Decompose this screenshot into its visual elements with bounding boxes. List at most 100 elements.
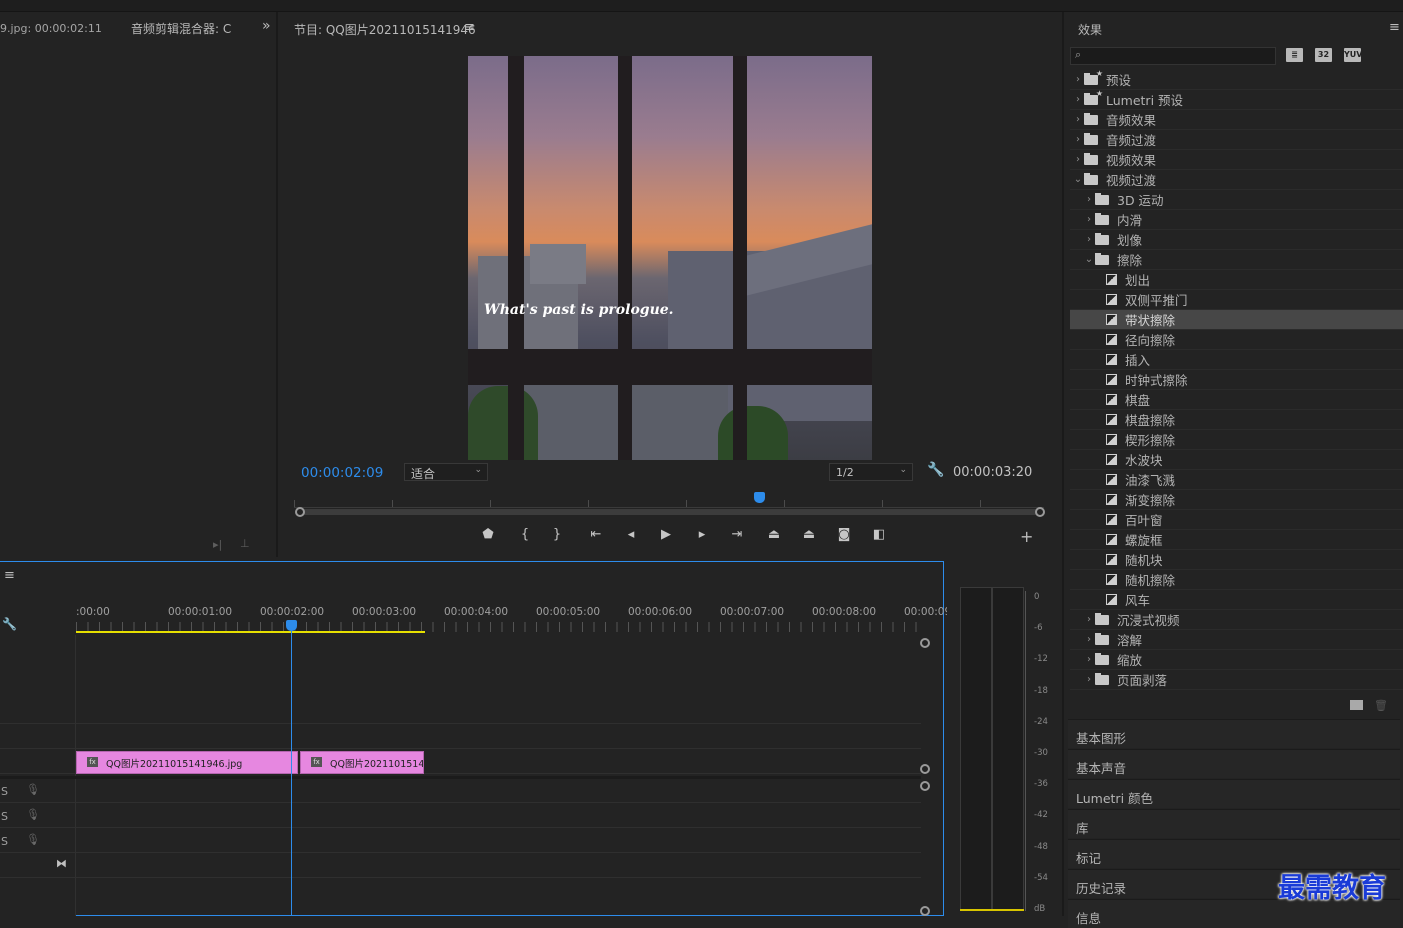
extract-button[interactable]: ⏏: [799, 527, 819, 542]
zoom-handle[interactable]: [920, 906, 930, 916]
hamburger-icon[interactable]: ≡: [4, 568, 15, 583]
side-section-0[interactable]: 基本图形: [1068, 719, 1400, 748]
chevron-right-icon[interactable]: ›: [1083, 234, 1095, 245]
chevron-down-icon[interactable]: ⌄: [1083, 254, 1095, 265]
chevron-right-icon[interactable]: ›: [1083, 214, 1095, 225]
32bit-icon[interactable]: 32: [1315, 48, 1332, 62]
chevron-right-icon[interactable]: ›: [1083, 674, 1095, 685]
chevron-right-icon[interactable]: ›: [1072, 94, 1084, 105]
playhead-marker[interactable]: [753, 492, 765, 503]
effect-folder[interactable]: › ★ 预设: [1070, 69, 1403, 90]
program-title[interactable]: 节目: QQ图片20211015141946: [294, 21, 476, 38]
add-button-icon[interactable]: +: [1020, 527, 1033, 546]
effect-item[interactable]: 风车: [1070, 590, 1403, 610]
side-section-4[interactable]: 标记: [1068, 839, 1400, 868]
effect-folder[interactable]: ⌄ 擦除: [1070, 250, 1403, 270]
side-section-3[interactable]: 库: [1068, 809, 1400, 838]
effect-folder[interactable]: › 缩放: [1070, 650, 1403, 670]
chevron-right-icon[interactable]: ›: [1072, 74, 1084, 85]
fit-select[interactable]: 适合 ⌄: [404, 463, 488, 481]
effect-item[interactable]: 带状擦除: [1070, 310, 1403, 330]
source-tab[interactable]: 9.jpg: 00:00:02:11: [0, 22, 102, 35]
effect-folder[interactable]: › 音频效果: [1070, 110, 1403, 130]
effect-item[interactable]: 径向擦除: [1070, 330, 1403, 350]
microphone-icon[interactable]: 🎙: [26, 783, 40, 796]
effect-item[interactable]: 楔形擦除: [1070, 430, 1403, 450]
effect-folder[interactable]: › 3D 运动: [1070, 190, 1403, 210]
wrench-icon[interactable]: 🔧: [927, 462, 944, 478]
effect-item[interactable]: 棋盘擦除: [1070, 410, 1403, 430]
effect-folder[interactable]: › ★ Lumetri 预设: [1070, 89, 1403, 110]
effect-folder[interactable]: › 内滑: [1070, 210, 1403, 230]
wrench-icon[interactable]: 🔧: [2, 617, 17, 631]
compare-view-button[interactable]: ◧: [869, 527, 889, 542]
trash-icon[interactable]: 🗑: [1374, 699, 1388, 712]
hamburger-icon[interactable]: ≡: [1389, 20, 1400, 35]
effect-folder[interactable]: › 视频效果: [1070, 150, 1403, 170]
chevron-right-icon[interactable]: ›: [1083, 634, 1095, 645]
effect-item[interactable]: 螺旋框: [1070, 530, 1403, 550]
effect-item[interactable]: 随机块: [1070, 550, 1403, 570]
chevron-right-icon[interactable]: ›: [1072, 134, 1084, 145]
effect-folder[interactable]: › 页面剥落: [1070, 670, 1403, 690]
scrub-handle-left[interactable]: [295, 507, 305, 517]
chevron-right-icon[interactable]: ›: [1072, 114, 1084, 125]
effects-search-input[interactable]: ⌕: [1070, 47, 1276, 65]
side-section-1[interactable]: 基本声音: [1068, 749, 1400, 778]
effect-item[interactable]: 百叶窗: [1070, 510, 1403, 530]
chevron-right-icon[interactable]: ›: [1072, 154, 1084, 165]
chevron-right-icon[interactable]: ›: [1083, 194, 1095, 205]
lift-button[interactable]: ⏏: [764, 527, 784, 542]
effect-item[interactable]: 随机擦除: [1070, 570, 1403, 590]
track-select-icon[interactable]: ⧓: [56, 857, 67, 870]
add-marker-button[interactable]: ⬟: [478, 527, 498, 542]
chevron-down-icon[interactable]: ⌄: [1072, 174, 1084, 185]
work-area-bar[interactable]: [76, 631, 425, 633]
double-chevron-right-icon[interactable]: »: [262, 18, 271, 34]
yuv-icon[interactable]: YUV: [1344, 48, 1362, 62]
effects-title[interactable]: 效果: [1078, 21, 1102, 38]
resolution-select[interactable]: 1/2 ⌄: [829, 463, 913, 481]
side-section-2[interactable]: Lumetri 颜色: [1068, 779, 1400, 808]
microphone-icon[interactable]: 🎙: [26, 833, 40, 846]
effect-folder[interactable]: ⌄ 视频过渡: [1070, 170, 1403, 190]
effect-item[interactable]: 插入: [1070, 350, 1403, 370]
effect-item[interactable]: 棋盘: [1070, 390, 1403, 410]
audio-mixer-tab[interactable]: 音频剪辑混合器: C: [131, 20, 231, 37]
play-button[interactable]: ▶: [656, 527, 676, 542]
new-bin-icon[interactable]: [1350, 700, 1363, 710]
zoom-handle[interactable]: [920, 781, 930, 791]
go-to-in-button[interactable]: ⇤: [586, 527, 606, 542]
step-back-button[interactable]: ◂: [621, 527, 641, 542]
effect-item[interactable]: 油漆飞溅: [1070, 470, 1403, 490]
effect-item[interactable]: 渐变擦除: [1070, 490, 1403, 510]
scrub-bar[interactable]: [300, 509, 1040, 515]
video-clip[interactable]: fx QQ图片20211015141: [300, 751, 424, 774]
mark-out-button[interactable]: }: [547, 527, 567, 542]
insert-icon[interactable]: ▸|: [213, 538, 222, 551]
zoom-handle[interactable]: [920, 764, 930, 774]
accelerated-effects-icon[interactable]: ≣: [1286, 48, 1303, 62]
mark-in-button[interactable]: {: [515, 527, 535, 542]
effect-folder[interactable]: › 音频过渡: [1070, 130, 1403, 150]
time-ruler[interactable]: [294, 494, 1044, 508]
video-clip[interactable]: fx QQ图片20211015141946.jpg: [76, 751, 298, 774]
export-frame-button[interactable]: ◙: [834, 527, 854, 542]
effect-item[interactable]: 双侧平推门: [1070, 290, 1403, 310]
microphone-icon[interactable]: 🎙: [26, 808, 40, 821]
effect-item[interactable]: 时钟式擦除: [1070, 370, 1403, 390]
go-to-out-button[interactable]: ⇥: [727, 527, 747, 542]
effect-folder[interactable]: › 划像: [1070, 230, 1403, 250]
effect-item[interactable]: 划出: [1070, 270, 1403, 290]
effect-folder[interactable]: › 溶解: [1070, 630, 1403, 650]
scrub-handle-right[interactable]: [1035, 507, 1045, 517]
current-time[interactable]: 00:00:02:09: [301, 465, 383, 481]
effect-item[interactable]: 水波块: [1070, 450, 1403, 470]
step-forward-button[interactable]: ▸: [692, 527, 712, 542]
chevron-right-icon[interactable]: ›: [1083, 614, 1095, 625]
effect-folder[interactable]: › 沉浸式视频: [1070, 610, 1403, 630]
overwrite-icon[interactable]: ⊥: [240, 537, 250, 550]
chevron-right-icon[interactable]: ›: [1083, 654, 1095, 665]
zoom-handle[interactable]: [920, 638, 930, 648]
hamburger-icon[interactable]: ≡: [464, 20, 475, 35]
